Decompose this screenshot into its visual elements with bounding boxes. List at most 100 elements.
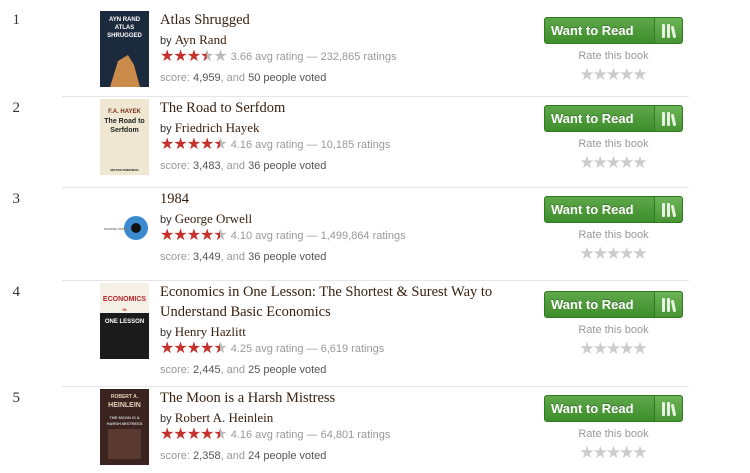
star-icon: ★ — [213, 426, 227, 443]
rate-stars[interactable]: ★ ★ ★ ★ ★ — [544, 245, 683, 262]
shelf-bar — [662, 23, 665, 38]
rating-text: 3.66 avg rating — 232,865 ratings — [230, 51, 397, 63]
voters-count-link[interactable]: 36 — [248, 160, 260, 172]
shelf-bar — [662, 401, 665, 416]
voted-label[interactable]: people voted — [263, 160, 326, 172]
book-cover[interactable]: ROBERT A. HEINLEIN THE MOON IS A HARSH MIST… — [100, 389, 149, 465]
author-link[interactable]: Friedrich Hayek — [175, 120, 260, 135]
book-cover[interactable]: GEORGE ORWELL — [100, 190, 149, 266]
score-value-link[interactable]: 2,445 — [193, 364, 221, 376]
avg-rating-stars: ★ ★ ★ ★ ★ — [160, 48, 228, 65]
rate-star-icon[interactable]: ★ — [632, 245, 647, 262]
rate-this-book-label: Rate this book — [578, 50, 649, 62]
book-title-link[interactable]: The Road to Serfdom — [160, 98, 540, 118]
book-row: 3 GEORGE ORWELL 1984 by George Orwell ★ ★ ★ ★ ★ 4… — [13, 187, 689, 281]
book-title-link[interactable]: The Moon is a Harsh Mistress — [160, 388, 540, 408]
book-title-link[interactable]: 1984 — [160, 189, 540, 209]
shelf-dropdown-button[interactable] — [654, 18, 682, 43]
by-label: by — [160, 35, 172, 47]
voted-label[interactable]: people voted — [263, 364, 326, 376]
cover-text: F.A. HAYEK — [108, 109, 141, 115]
star-icon: ★ — [173, 227, 187, 244]
by-label: by — [160, 327, 172, 339]
rate-stars[interactable]: ★ ★ ★ ★ ★ — [544, 340, 683, 357]
score-label: score: — [160, 251, 190, 263]
and-label: , and — [220, 72, 246, 84]
want-to-read-button[interactable]: Want to Read — [544, 17, 683, 44]
author-line: by George Orwell — [160, 211, 252, 227]
rating-text: 4.10 avg rating — 1,499,864 ratings — [230, 230, 406, 242]
author-link[interactable]: George Orwell — [175, 211, 252, 226]
author-line: by Ayn Rand — [160, 32, 227, 48]
avg-rating-stars: ★ ★ ★ ★ ★ — [160, 227, 228, 244]
author-link[interactable]: Henry Hazlitt — [175, 324, 246, 339]
shelf-dropdown-button[interactable] — [654, 292, 682, 317]
cover-text: SHRUGGED — [107, 33, 142, 39]
cover-text: THE MOON IS A — [109, 415, 139, 420]
book-title-link[interactable]: Economics in One Lesson: The Shortest & … — [160, 282, 540, 322]
score-line: score: 2,358, and 24 people voted — [160, 450, 326, 462]
book-cover[interactable]: AYN RAND ATLAS SHRUGGED — [100, 11, 149, 87]
voted-label[interactable]: people voted — [263, 251, 326, 263]
score-line: score: 3,483, and 36 people voted — [160, 160, 326, 172]
star-icon: ★ — [200, 227, 214, 244]
star-icon: ★ — [186, 136, 201, 153]
rate-stars[interactable]: ★ ★ ★ ★ ★ — [544, 154, 683, 171]
author-link[interactable]: Ayn Rand — [175, 32, 227, 47]
score-line: score: 3,449, and 36 people voted — [160, 251, 326, 263]
book-cover[interactable]: ECONOMICS IN ONE LESSON — [100, 283, 149, 359]
rank-number: 3 — [12, 191, 21, 207]
rate-stars[interactable]: ★ ★ ★ ★ ★ — [544, 66, 683, 83]
score-value-link[interactable]: 3,483 — [193, 160, 221, 172]
rate-star-icon[interactable]: ★ — [632, 444, 647, 461]
score-label: score: — [160, 72, 190, 84]
voters-count-link[interactable]: 25 — [248, 364, 260, 376]
shelf-bar — [667, 202, 670, 217]
want-to-read-button[interactable]: Want to Read — [544, 291, 683, 318]
rate-star-icon[interactable]: ★ — [632, 66, 647, 83]
star-icon: ★ — [160, 136, 174, 153]
shelf-dropdown-button[interactable] — [654, 197, 682, 222]
rate-star-icon[interactable]: ★ — [632, 340, 647, 357]
score-value-link[interactable]: 2,358 — [193, 450, 221, 462]
rating-text: 4.25 avg rating — 6,619 ratings — [230, 343, 385, 355]
voters-count-link[interactable]: 36 — [248, 251, 260, 263]
shelf-bar — [667, 23, 670, 38]
rate-this-book-label: Rate this book — [578, 428, 649, 440]
star-icon: ★ — [173, 48, 187, 65]
star-icon: ★ — [213, 48, 227, 65]
and-label: , and — [220, 364, 246, 376]
shelf-dropdown-button[interactable] — [654, 396, 682, 421]
star-icon: ★ — [160, 227, 174, 244]
shelf-bar — [670, 204, 677, 217]
rate-star-icon[interactable]: ★ — [632, 154, 647, 171]
author-link[interactable]: Robert A. Heinlein — [175, 410, 274, 425]
bookshelf-icon — [661, 23, 677, 38]
star-icon: ★ — [213, 340, 227, 357]
voted-label[interactable]: people voted — [263, 72, 326, 84]
book-title-link[interactable]: Atlas Shrugged — [160, 10, 540, 30]
by-label: by — [160, 123, 172, 135]
voters-count-link[interactable]: 24 — [248, 450, 260, 462]
want-to-read-button[interactable]: Want to Read — [544, 196, 683, 223]
cover-text: GEORGE ORWELL — [104, 227, 131, 231]
voters-count-link[interactable]: 50 — [248, 72, 260, 84]
book-cover[interactable]: F.A. HAYEK The Road to Serfdom MILTON FRIED… — [100, 99, 149, 175]
want-to-read-button[interactable]: Want to Read — [544, 105, 683, 132]
shelf-dropdown-button[interactable] — [654, 106, 682, 131]
score-value-link[interactable]: 4,959 — [193, 72, 221, 84]
rating-line: ★ ★ ★ ★ ★ 3.66 avg rating — 232,865 ratings — [160, 49, 396, 65]
shelf-bar — [667, 111, 670, 126]
rank-number: 4 — [12, 284, 21, 300]
book-row: 4 ECONOMICS IN ONE LESSON Economics in One L… — [13, 280, 689, 387]
and-label: , and — [220, 160, 246, 172]
shelf-bar — [670, 113, 677, 126]
voted-label[interactable]: people voted — [263, 450, 326, 462]
cover-text: AYN RAND — [109, 17, 141, 23]
want-to-read-button[interactable]: Want to Read — [544, 395, 683, 422]
score-value-link[interactable]: 3,449 — [193, 251, 221, 263]
rate-stars[interactable]: ★ ★ ★ ★ ★ — [544, 444, 683, 461]
and-label: , and — [220, 450, 246, 462]
star-icon: ★ — [173, 340, 187, 357]
book-row: 5 ROBERT A. HEINLEIN THE MOON IS A HARSH MIS… — [13, 386, 689, 473]
